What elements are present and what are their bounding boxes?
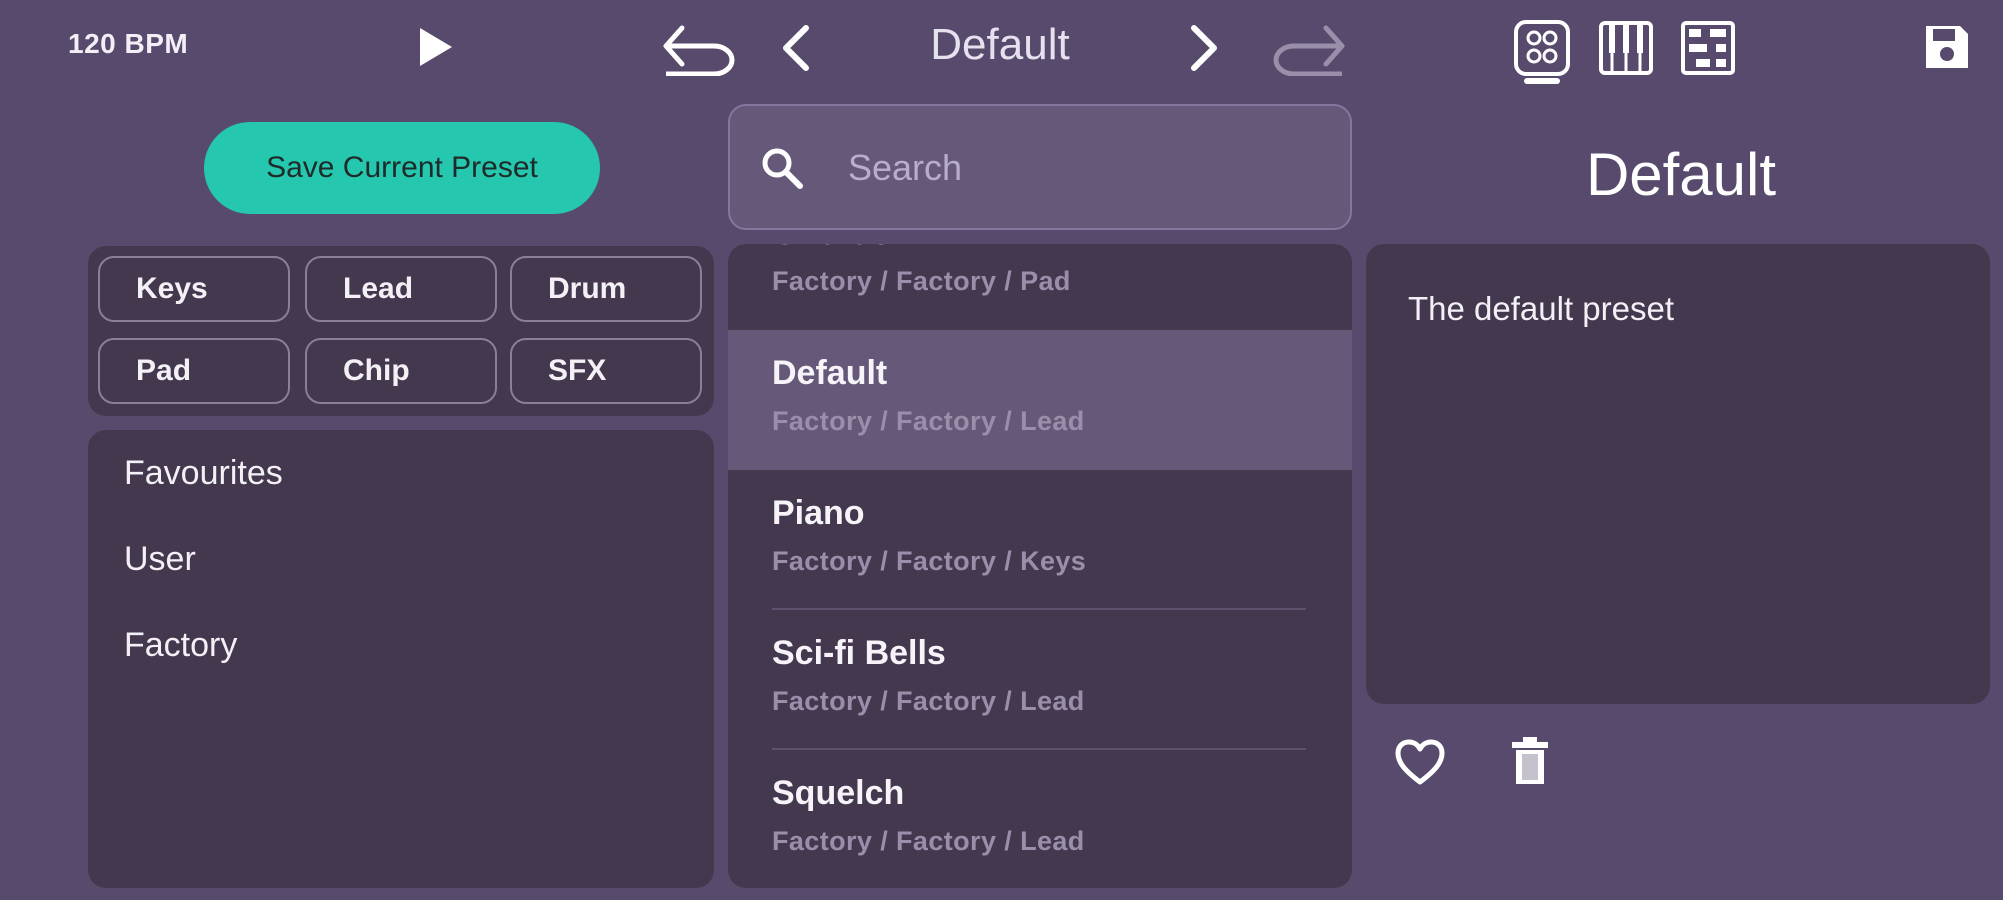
tag-sfx[interactable]: SFX bbox=[510, 338, 702, 404]
tag-chip[interactable]: Chip bbox=[305, 338, 497, 404]
pad-view-button[interactable] bbox=[1512, 18, 1572, 88]
preset-path: Factory / Factory / Pad bbox=[772, 266, 1071, 296]
undo-button[interactable] bbox=[660, 20, 740, 77]
redo-button[interactable] bbox=[1268, 20, 1348, 77]
search-input[interactable] bbox=[846, 142, 1330, 194]
tag-drum[interactable]: Drum bbox=[510, 256, 702, 322]
preset-name: Chorus bbox=[772, 244, 891, 253]
preset-row-chorus[interactable]: Chorus Factory / Factory / Pad bbox=[728, 244, 1352, 330]
preset-description: The default preset bbox=[1408, 290, 1674, 327]
preset-path: Factory / Factory / Keys bbox=[772, 546, 1087, 576]
preset-name: Squelch bbox=[772, 774, 905, 812]
folder-list: Favourites User Factory bbox=[88, 430, 714, 888]
play-icon bbox=[420, 28, 452, 66]
preset-detail-title: Default bbox=[1585, 141, 1777, 208]
preset-path: Factory / Factory / Lead bbox=[772, 826, 1085, 856]
preset-row-squelch[interactable]: Squelch Factory / Factory / Lead bbox=[728, 750, 1352, 888]
play-button[interactable] bbox=[412, 24, 458, 70]
redo-icon bbox=[1273, 25, 1345, 77]
preset-row-default[interactable]: Default Factory / Factory / Lead bbox=[728, 330, 1352, 470]
search-bar bbox=[728, 104, 1352, 230]
piano-keys-icon bbox=[1599, 21, 1653, 75]
preset-path: Factory / Factory / Lead bbox=[772, 406, 1085, 436]
previous-preset-button[interactable] bbox=[774, 22, 820, 74]
folder-item-favourites[interactable]: Favourites bbox=[124, 454, 283, 493]
preset-list: Chorus Factory / Factory / Pad Default F… bbox=[728, 244, 1352, 888]
tag-lead[interactable]: Lead bbox=[305, 256, 497, 322]
heart-icon bbox=[1395, 739, 1445, 785]
current-preset-name: Default bbox=[930, 20, 1070, 69]
save-current-preset-button[interactable]: Save Current Preset bbox=[204, 122, 600, 214]
sequencer-view-button[interactable] bbox=[1680, 20, 1736, 76]
tag-keys[interactable]: Keys bbox=[98, 256, 290, 322]
save-button[interactable] bbox=[1922, 22, 1972, 72]
chevron-right-icon bbox=[1191, 25, 1217, 71]
bpm-display[interactable]: 120 BPM bbox=[68, 28, 188, 60]
folder-item-user[interactable]: User bbox=[124, 540, 196, 579]
favourite-button[interactable] bbox=[1394, 738, 1446, 788]
tag-pad[interactable]: Pad bbox=[98, 338, 290, 404]
preset-name: Default bbox=[772, 354, 888, 392]
preset-row-piano[interactable]: Piano Factory / Factory / Keys bbox=[728, 470, 1352, 610]
preset-path: Factory / Factory / Lead bbox=[772, 686, 1085, 716]
category-tag-panel: Keys Lead Drum Pad Chip SFX bbox=[88, 246, 714, 416]
search-icon bbox=[762, 148, 803, 189]
save-icon bbox=[1926, 26, 1968, 68]
folder-item-factory[interactable]: Factory bbox=[124, 626, 237, 665]
keyboard-view-button[interactable] bbox=[1598, 20, 1654, 76]
octagon-pad-icon bbox=[1514, 20, 1570, 84]
chevron-left-icon bbox=[783, 25, 809, 71]
preset-row-sci-fi-bells[interactable]: Sci-fi Bells Factory / Factory / Lead bbox=[728, 610, 1352, 750]
preset-name: Sci-fi Bells bbox=[772, 634, 946, 672]
undo-icon bbox=[663, 25, 735, 77]
next-preset-button[interactable] bbox=[1180, 22, 1226, 74]
trash-icon bbox=[1512, 737, 1548, 784]
delete-button[interactable] bbox=[1508, 736, 1552, 788]
preset-description-panel: The default preset bbox=[1366, 244, 1990, 704]
step-grid-icon bbox=[1681, 21, 1735, 75]
preset-name: Piano bbox=[772, 494, 865, 532]
